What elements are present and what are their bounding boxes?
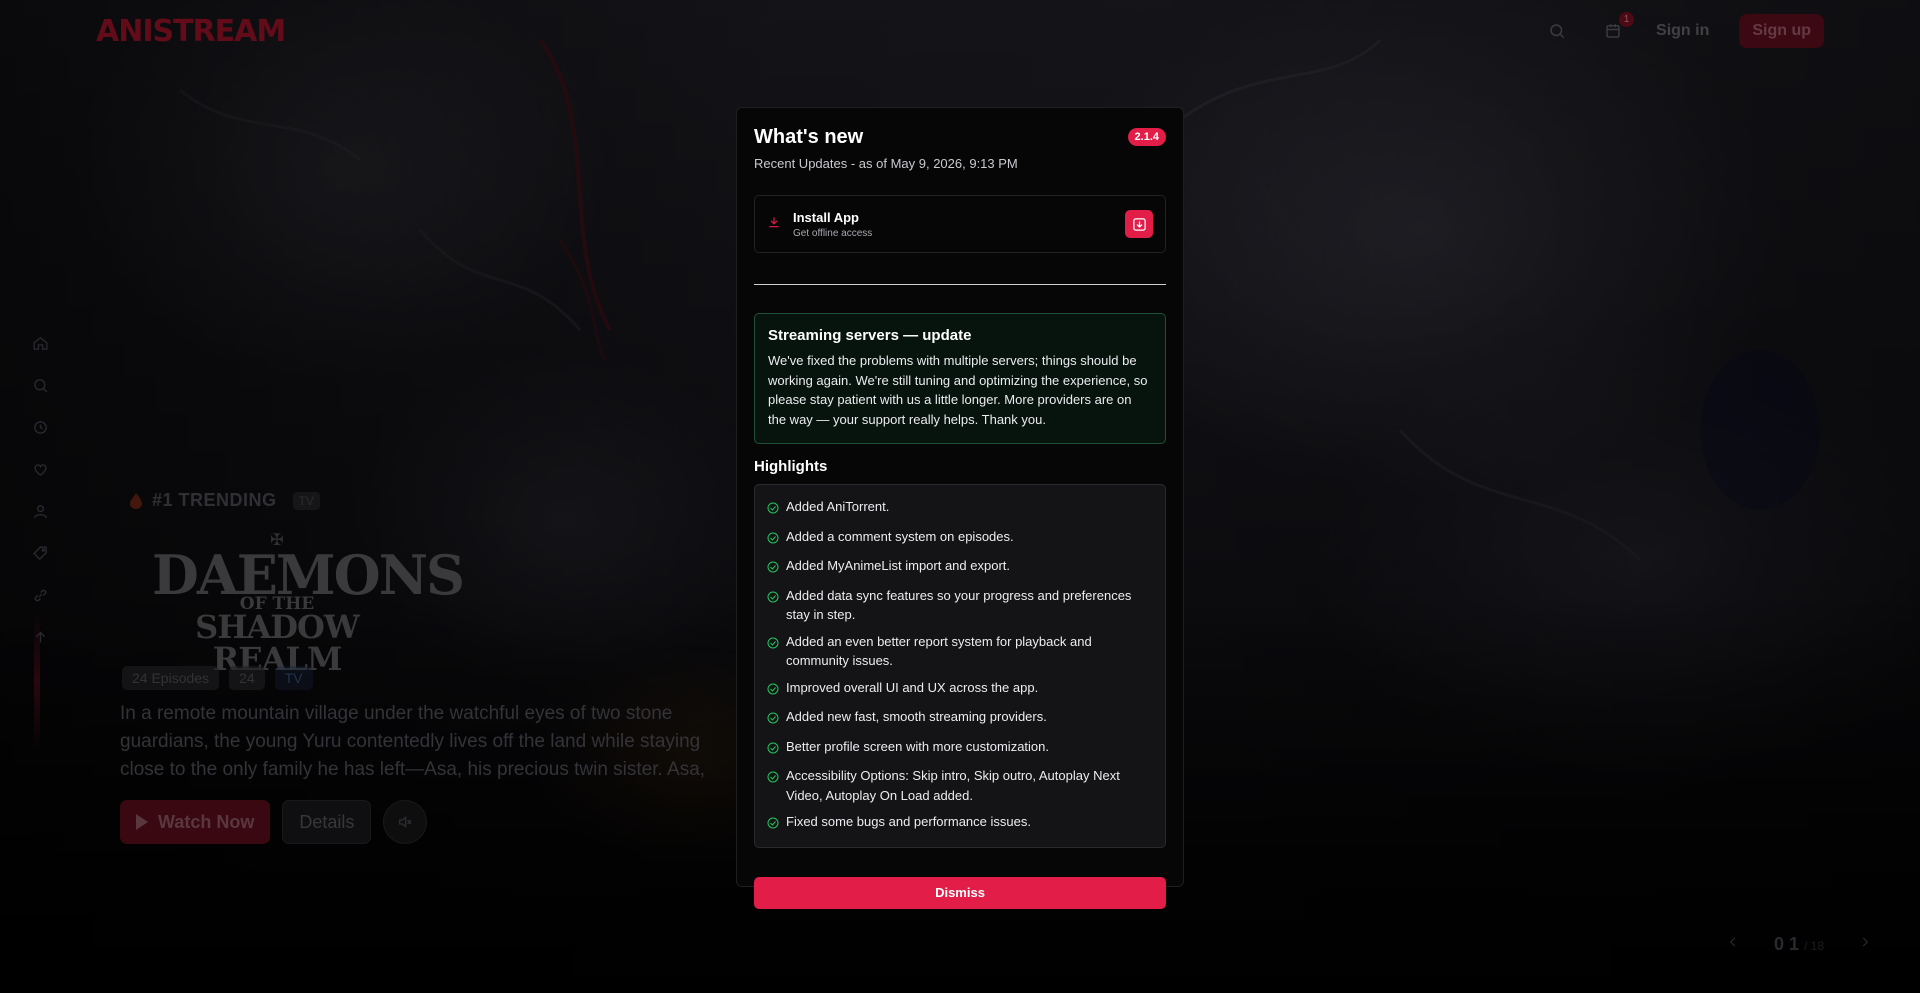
highlight-text: Added MyAnimeList import and export. [786, 558, 1010, 573]
modal-subtitle: Recent Updates - as of May 9, 2026, 9:13… [754, 156, 1018, 171]
highlight-item: Improved overall UI and UX across the ap… [767, 678, 1153, 701]
download-icon [767, 215, 781, 234]
check-circle-icon [767, 527, 779, 550]
check-circle-icon [767, 586, 779, 625]
highlight-item: Added data sync features so your progres… [767, 586, 1153, 625]
server-update-notice: Streaming servers — update We've fixed t… [754, 313, 1166, 444]
highlight-item: Added MyAnimeList import and export. [767, 556, 1153, 579]
highlight-text: Added AniTorrent. [786, 499, 890, 514]
highlight-item: Accessibility Options: Skip intro, Skip … [767, 766, 1153, 805]
download-tray-icon [1132, 217, 1146, 231]
highlights-list: Added AniTorrent. Added a comment system… [754, 484, 1166, 848]
highlight-item: Added an even better report system for p… [767, 632, 1153, 671]
install-title: Install App [793, 209, 859, 225]
notice-body: We've fixed the problems with multiple s… [768, 353, 1148, 427]
check-circle-icon [767, 707, 779, 730]
modal-header: What's new Recent Updates - as of May 9,… [754, 126, 1166, 171]
highlight-text: Added data sync features so your progres… [786, 587, 1132, 623]
notice-title: Streaming servers — update [768, 327, 972, 344]
dismiss-button[interactable]: Dismiss [754, 876, 1166, 909]
highlight-text: Added new fast, smooth streaming provide… [786, 709, 1047, 724]
highlight-item: Added a comment system on episodes. [767, 527, 1153, 550]
install-app-card: Install App Get offline access [754, 195, 1166, 253]
install-app-button[interactable] [1125, 210, 1153, 238]
whats-new-modal: What's new Recent Updates - as of May 9,… [736, 107, 1184, 909]
check-circle-icon [767, 497, 779, 520]
highlight-text: Added a comment system on episodes. [786, 528, 1014, 544]
highlight-item: Better profile screen with more customiz… [767, 737, 1153, 760]
version-badge: 2.1.4 [1127, 128, 1166, 146]
install-desc: Get offline access [793, 227, 873, 239]
check-circle-icon [767, 678, 779, 701]
check-circle-icon [767, 632, 779, 671]
check-circle-icon [767, 812, 779, 835]
modal-title: What's new [754, 126, 864, 148]
check-circle-icon [767, 766, 779, 805]
check-circle-icon [767, 737, 779, 760]
highlights-heading: Highlights [754, 458, 828, 475]
highlight-item: Fixed some bugs and performance issues. [767, 812, 1153, 835]
highlight-text: Added an even better report system for p… [786, 633, 1092, 669]
highlight-text: Accessibility Options: Skip intro, Skip … [786, 768, 1120, 803]
highlight-item: Added new fast, smooth streaming provide… [767, 707, 1153, 730]
highlight-item: Added AniTorrent. [767, 497, 1153, 520]
check-circle-icon [767, 556, 779, 579]
highlight-text: Better profile screen with more customiz… [786, 738, 1049, 754]
highlight-text: Improved overall UI and UX across the ap… [786, 679, 1039, 695]
highlight-text: Fixed some bugs and performance issues. [786, 814, 1031, 829]
modal-divider [754, 284, 1166, 285]
